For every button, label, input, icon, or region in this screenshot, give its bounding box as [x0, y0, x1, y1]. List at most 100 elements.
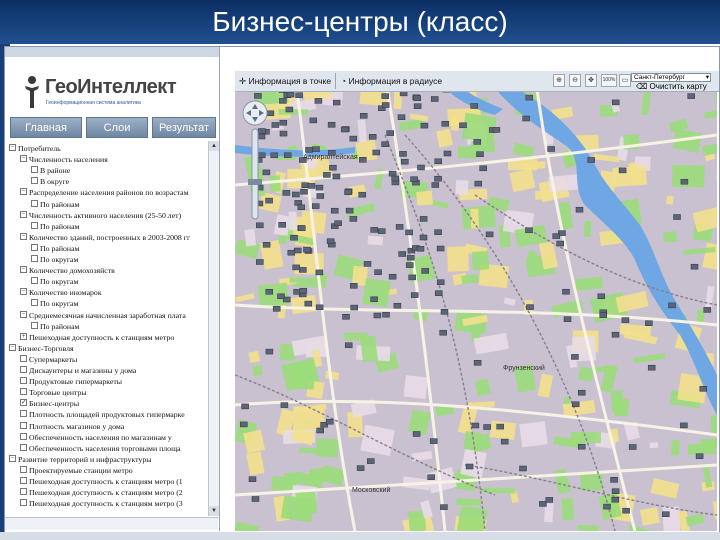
map-block	[701, 142, 717, 156]
layer-checkbox[interactable]	[20, 499, 27, 507]
scroll-up-icon[interactable]: ▲	[209, 141, 219, 151]
map-block	[360, 335, 378, 363]
map-block	[436, 128, 453, 148]
zoom-out-icon[interactable]: ⊖	[569, 74, 581, 87]
layer-checkbox[interactable]	[20, 432, 27, 440]
tree-item-label: По округам	[40, 299, 79, 309]
tree-expander[interactable]: −	[9, 343, 16, 351]
layer-checkbox[interactable]	[31, 166, 38, 174]
layer-checkbox[interactable]	[20, 366, 27, 373]
business-center-marker	[474, 180, 483, 187]
layer-checkbox[interactable]	[31, 221, 38, 229]
map-block	[663, 231, 677, 243]
business-center-marker	[241, 403, 249, 410]
toolbar-separator	[335, 73, 336, 89]
full-extent-icon[interactable]: ▭	[619, 74, 631, 87]
layer-checkbox[interactable]	[31, 255, 38, 262]
city-select[interactable]: Санкт-Петербург ▾	[631, 73, 711, 82]
business-center-marker	[562, 288, 570, 295]
tree-expander[interactable]: −	[9, 454, 16, 462]
info-radius-button[interactable]: ◔ Информация в радиусе	[341, 74, 442, 88]
business-center-marker	[431, 182, 440, 188]
business-center-marker	[370, 296, 378, 303]
map-canvas[interactable]: Адмиралтейская Фрунзенский Московский	[235, 75, 717, 531]
business-center-marker	[539, 501, 547, 507]
scroll-down-icon[interactable]: ▼	[209, 506, 219, 516]
tree-expander[interactable]: −	[9, 144, 16, 151]
layer-checkbox[interactable]	[20, 377, 27, 385]
zoom-100-button[interactable]: 100%	[601, 74, 617, 87]
business-center-marker	[680, 178, 689, 185]
layer-checkbox[interactable]	[31, 321, 38, 329]
business-center-marker	[326, 418, 334, 425]
slide-header: Бизнес-центры (класс)	[0, 0, 720, 44]
gis-app-window: ГеоИнтеллект Геоинформационная система а…	[4, 46, 720, 534]
layer-checkbox[interactable]	[31, 243, 38, 251]
tree-expander[interactable]: +	[20, 332, 27, 340]
tab-result[interactable]: Результат	[152, 117, 216, 138]
tab-layers[interactable]: Слои	[86, 117, 148, 138]
pan-icon[interactable]: ✥	[585, 74, 597, 87]
business-center-marker	[496, 423, 504, 430]
business-center-marker	[286, 91, 295, 98]
tree-expander[interactable]: −	[20, 188, 27, 196]
business-center-marker	[434, 290, 443, 296]
map-label-frunzensky: Фрунзенский	[503, 365, 545, 372]
tree-vertical-scrollbar[interactable]: ▲ ▼	[208, 141, 219, 516]
business-center-marker	[459, 122, 467, 129]
tree-expander[interactable]: −	[20, 210, 27, 218]
business-center-marker	[292, 191, 300, 198]
business-center-marker	[301, 182, 309, 188]
map-block	[561, 497, 575, 521]
layer-checkbox[interactable]: ✓	[20, 399, 27, 407]
layer-checkbox[interactable]	[20, 421, 27, 429]
business-center-marker	[618, 167, 627, 174]
layer-checkbox[interactable]	[20, 388, 27, 396]
zoom-in-icon[interactable]: ⊕	[553, 74, 565, 87]
map-block	[252, 365, 263, 377]
tree-horizontal-scrollbar[interactable]	[5, 517, 218, 530]
business-center-marker	[277, 293, 285, 300]
layer-checkbox[interactable]	[20, 443, 27, 451]
tree-item-label: Плотность магазинов у дома	[29, 421, 125, 431]
map-block	[716, 171, 717, 190]
layer-checkbox[interactable]	[20, 488, 27, 496]
tree-expander[interactable]: −	[20, 288, 27, 296]
layer-checkbox[interactable]	[31, 199, 38, 207]
business-center-marker	[350, 304, 358, 311]
tree-expander[interactable]: −	[20, 310, 27, 318]
map-block	[553, 468, 571, 495]
tree-expander[interactable]: −	[20, 232, 27, 240]
map-block	[482, 487, 516, 494]
map-block	[290, 363, 316, 390]
tree-item-label: Количество зданий, построенных в 2003-20…	[29, 232, 191, 242]
clear-map-button[interactable]: ⌫ Очистить карту	[636, 82, 707, 91]
business-center-marker	[332, 173, 341, 180]
layer-checkbox[interactable]	[20, 354, 27, 362]
tree-item-label: Обеспеченность населения по магазинам у	[29, 432, 172, 442]
business-center-marker	[314, 98, 323, 104]
info-point-button[interactable]: ✛ Информация в точке	[239, 74, 331, 88]
business-center-marker	[305, 147, 313, 153]
tree-expander[interactable]: −	[20, 155, 27, 163]
layer-checkbox[interactable]	[20, 465, 27, 473]
layer-checkbox[interactable]	[20, 477, 27, 484]
business-center-marker	[345, 207, 354, 214]
tree-item-label: По районам	[40, 243, 80, 253]
layer-checkbox[interactable]	[20, 410, 27, 418]
business-center-marker	[262, 242, 271, 248]
layer-checkbox[interactable]	[31, 299, 38, 307]
tree-item-label: Развитие территорий и инфраструктуры	[18, 454, 152, 464]
business-center-marker	[485, 231, 494, 238]
map-block	[537, 373, 554, 398]
business-center-marker	[597, 293, 606, 300]
map-pan-zoom-control[interactable]	[239, 99, 271, 229]
tree-expander[interactable]: −	[20, 266, 27, 274]
business-center-marker	[340, 126, 349, 133]
tab-home[interactable]: Главная	[10, 117, 82, 138]
layer-checkbox[interactable]	[31, 277, 38, 285]
business-center-marker	[300, 188, 308, 195]
logo: ГеоИнтеллект Геоинформационная система а…	[23, 73, 213, 113]
layer-checkbox[interactable]	[31, 177, 38, 185]
panel-top-bar	[5, 47, 219, 57]
